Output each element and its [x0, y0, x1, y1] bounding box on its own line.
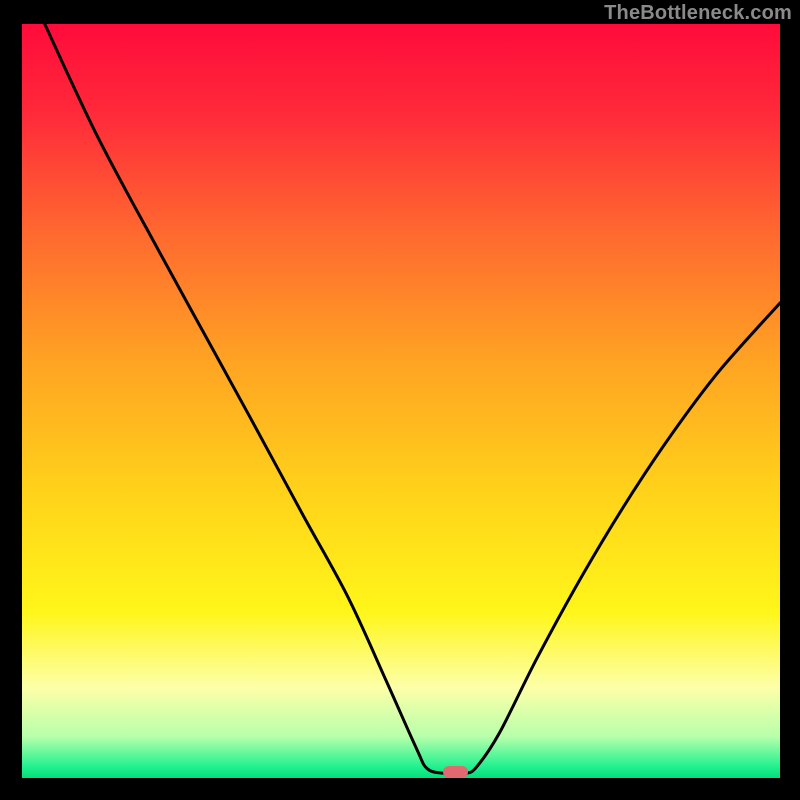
watermark-text: TheBottleneck.com: [604, 2, 792, 25]
plot-area: [22, 24, 780, 778]
optimal-point-marker: [443, 766, 468, 778]
chart-frame: TheBottleneck.com: [0, 0, 800, 800]
bottleneck-curve: [22, 24, 780, 778]
